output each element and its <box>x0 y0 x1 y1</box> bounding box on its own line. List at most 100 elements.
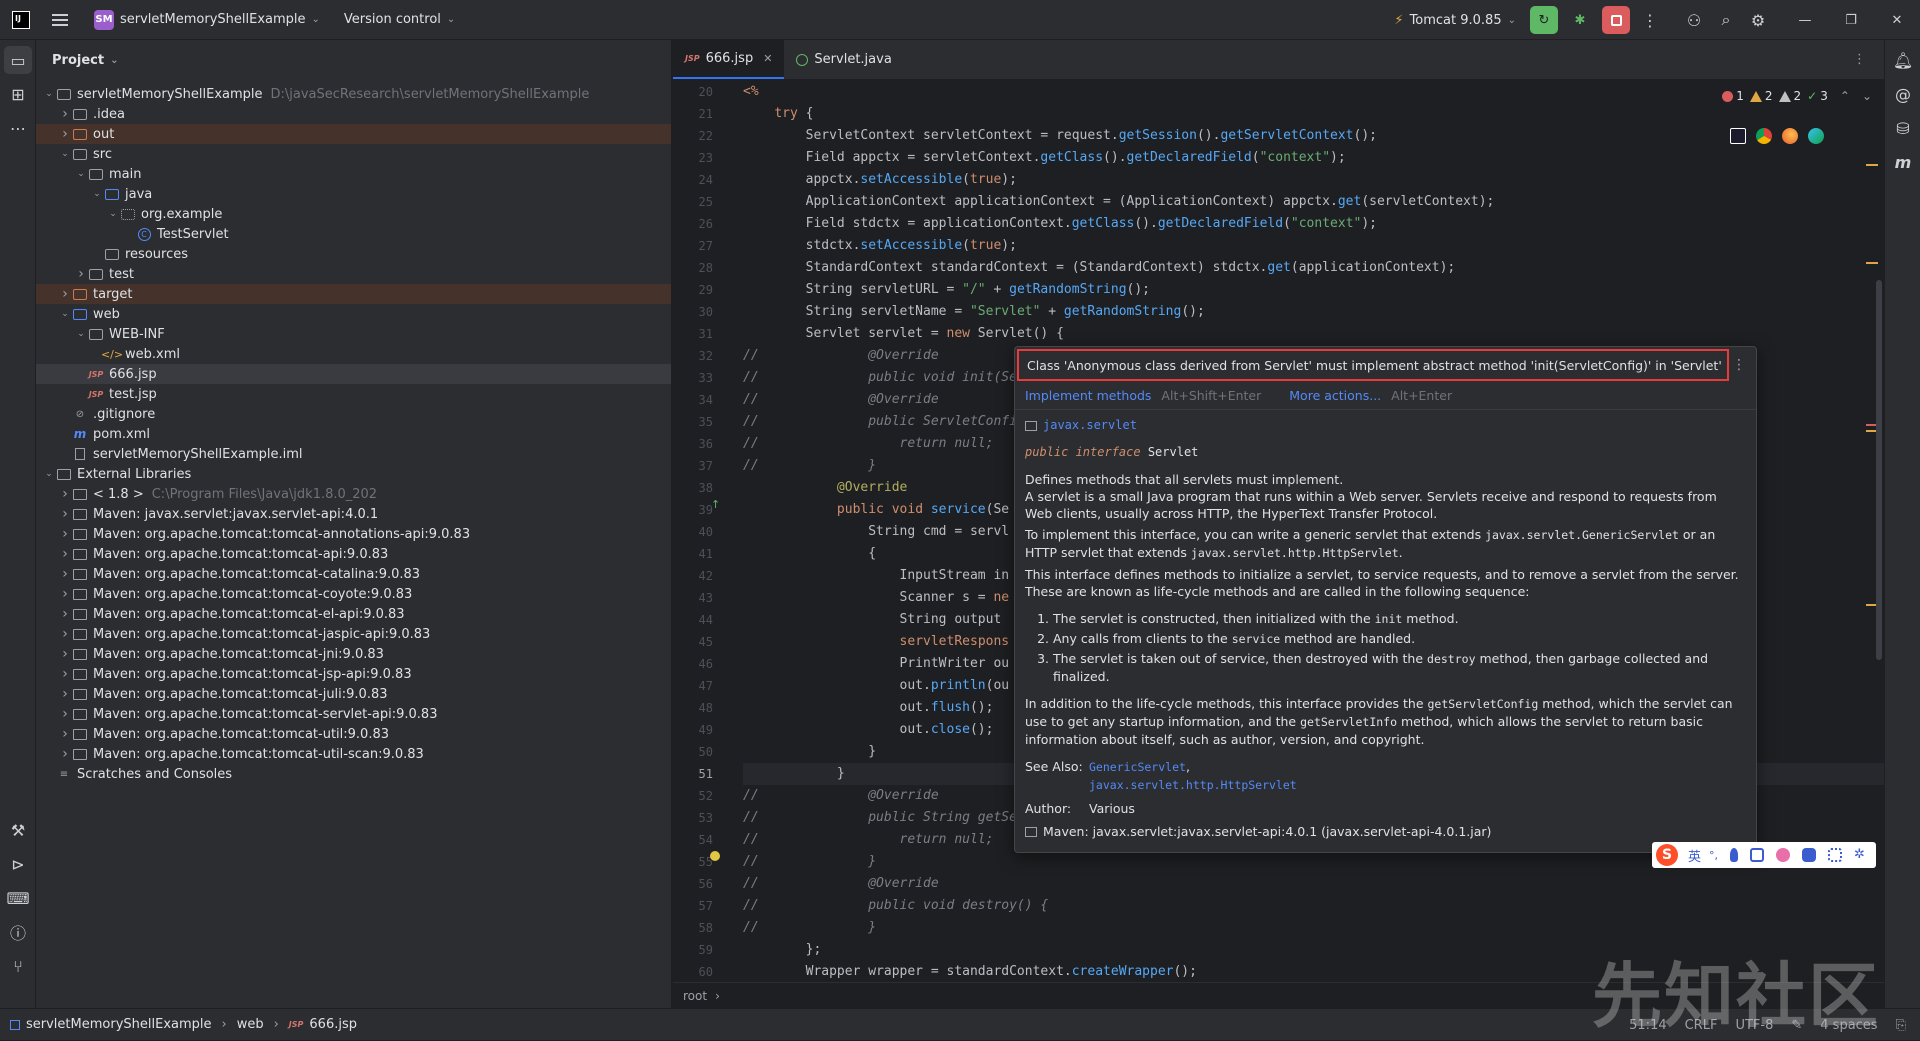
chevron-right-icon[interactable]: › <box>58 746 72 762</box>
tree-item[interactable]: </> web.xml <box>36 344 671 364</box>
add-user-icon[interactable]: ⚇ <box>1680 6 1708 34</box>
code-line[interactable]: // } <box>743 917 1884 939</box>
line-number[interactable]: 36 <box>673 433 743 455</box>
maven-icon[interactable]: m <box>1889 148 1917 176</box>
intellij-browser-icon[interactable] <box>1730 128 1746 144</box>
search-icon[interactable]: ⌕ <box>1712 6 1740 34</box>
tree-item[interactable]: ⊘ .gitignore <box>36 404 671 424</box>
tree-item[interactable]: ⌄ java <box>36 184 671 204</box>
restore-button[interactable]: ❐ <box>1828 0 1874 40</box>
tree-item[interactable]: ⌄ servletMemoryShellExample D:\javaSecRese… <box>36 84 671 104</box>
line-number[interactable]: 55 <box>673 851 743 873</box>
chevron-right-icon[interactable]: › <box>58 606 72 622</box>
line-number[interactable]: 23 <box>673 147 743 169</box>
line-number[interactable]: 34 <box>673 389 743 411</box>
tree-item[interactable]: › Maven: org.apache.tomcat:tomcat-juli:9.… <box>36 684 671 704</box>
chevron-down-icon[interactable]: ⌄ <box>74 169 88 179</box>
line-number[interactable]: 24 <box>673 169 743 191</box>
tree-item[interactable]: › Maven: javax.servlet:javax.servlet-api:… <box>36 504 671 524</box>
line-number[interactable]: 31 <box>673 323 743 345</box>
structure-icon[interactable]: ⊞ <box>4 80 32 108</box>
chevron-right-icon[interactable]: › <box>58 106 72 122</box>
line-number[interactable]: 59 <box>673 939 743 961</box>
lock-icon[interactable]: ⎘ <box>1896 1018 1906 1033</box>
code-line[interactable]: appctx.setAccessible(true); <box>743 169 1884 191</box>
line-number[interactable]: 33 <box>673 367 743 389</box>
code-line[interactable]: String servletURL = "/" + getRandomStrin… <box>743 279 1884 301</box>
vertical-scrollbar[interactable] <box>1876 280 1882 660</box>
tree-item[interactable]: › Maven: org.apache.tomcat:tomcat-jaspic-… <box>36 624 671 644</box>
code-line[interactable]: <% <box>743 81 1884 103</box>
tree-item[interactable]: › out <box>36 124 671 144</box>
tree-item[interactable]: ⌄ src <box>36 144 671 164</box>
terminal-icon[interactable]: ⌨ <box>4 884 32 912</box>
tree-item[interactable]: C TestServlet <box>36 224 671 244</box>
chevron-right-icon[interactable]: › <box>58 646 72 662</box>
services-icon[interactable]: ⊳ <box>4 850 32 878</box>
chevron-down-icon[interactable]: ⌄ <box>58 309 72 319</box>
run-config-selector[interactable]: ⚡ Tomcat 9.0.85 ⌄ <box>1394 13 1516 28</box>
line-number[interactable]: 22 <box>673 125 743 147</box>
microphone-icon[interactable] <box>1730 848 1739 862</box>
code-line[interactable]: ServletContext servletContext = request.… <box>743 125 1884 147</box>
problems-icon[interactable]: ⓘ <box>4 918 32 946</box>
debug-button[interactable]: ✱ <box>1566 6 1594 34</box>
line-number[interactable]: 37 <box>673 455 743 477</box>
lightbulb-icon[interactable] <box>710 851 720 861</box>
chevron-right-icon[interactable]: › <box>58 486 72 502</box>
chevron-right-icon[interactable]: › <box>58 626 72 642</box>
line-number[interactable]: 21 <box>673 103 743 125</box>
tree-item[interactable]: › Maven: org.apache.tomcat:tomcat-util-sc… <box>36 744 671 764</box>
line-number[interactable]: 40 <box>673 521 743 543</box>
ime-language-toggle[interactable]: 英 <box>1688 846 1701 865</box>
line-number[interactable]: 52 <box>673 785 743 807</box>
main-menu-icon[interactable] <box>52 13 68 26</box>
more-vertical-icon[interactable]: ⋮ <box>1732 357 1746 373</box>
line-number[interactable]: 46 <box>673 653 743 675</box>
status-crumb[interactable]: 666.jsp <box>309 1017 357 1032</box>
line-number[interactable]: 35 <box>673 411 743 433</box>
tree-item[interactable]: › test <box>36 264 671 284</box>
more-tools-icon[interactable]: ⋯ <box>4 114 32 142</box>
build-hammer-icon[interactable]: ⚒ <box>4 816 32 844</box>
line-number[interactable]: 53 <box>673 807 743 829</box>
line-number[interactable]: 38 <box>673 477 743 499</box>
line-number[interactable]: 28 <box>673 257 743 279</box>
tabs-more-icon[interactable]: ⋮ <box>1853 40 1884 79</box>
line-number[interactable]: 20 <box>673 81 743 103</box>
code-line[interactable]: stdctx.setAccessible(true); <box>743 235 1884 257</box>
tree-item[interactable]: › Maven: org.apache.tomcat:tomcat-servlet… <box>36 704 671 724</box>
tree-item[interactable]: ⌄ External Libraries <box>36 464 671 484</box>
rerun-button[interactable]: ↻ <box>1530 6 1558 34</box>
line-number[interactable]: 27 <box>673 235 743 257</box>
minimize-button[interactable]: — <box>1782 0 1828 40</box>
game-icon[interactable] <box>1802 848 1817 862</box>
tree-item[interactable]: › target <box>36 284 671 304</box>
tree-item[interactable]: ⌄ org.example <box>36 204 671 224</box>
chevron-right-icon[interactable]: › <box>74 266 88 282</box>
line-number[interactable]: 56 <box>673 873 743 895</box>
line-number[interactable]: 49 <box>673 719 743 741</box>
code-line[interactable]: Field stdctx = applicationContext.getCla… <box>743 213 1884 235</box>
line-number[interactable]: 25 <box>673 191 743 213</box>
firefox-icon[interactable] <box>1782 128 1798 144</box>
chevron-right-icon[interactable]: › <box>58 586 72 602</box>
see-also-link[interactable]: javax.servlet.http.HttpServlet <box>1089 778 1297 792</box>
tab-servlet-java[interactable]: Servlet.java <box>784 40 903 79</box>
skin-icon[interactable] <box>1776 848 1791 862</box>
ai-assistant-icon[interactable]: @ <box>1889 80 1917 108</box>
tree-item[interactable]: › Maven: org.apache.tomcat:tomcat-api:9.0… <box>36 544 671 564</box>
chevron-down-icon[interactable]: ⌄ <box>74 329 88 339</box>
code-line[interactable]: // @Override <box>743 873 1884 895</box>
chevron-down-icon[interactable]: ⌄ <box>42 89 56 99</box>
tree-item[interactable]: JSP test.jsp <box>36 384 671 404</box>
line-number[interactable]: 51 <box>673 763 743 785</box>
tree-item[interactable]: › Maven: org.apache.tomcat:tomcat-catalin… <box>36 564 671 584</box>
project-selector[interactable]: SM servletMemoryShellExample ⌄ <box>94 9 320 30</box>
chevron-down-icon[interactable]: ⌄ <box>42 469 56 479</box>
tree-item[interactable]: ⌄ web <box>36 304 671 324</box>
line-number[interactable]: 47 <box>673 675 743 697</box>
tree-item[interactable]: ⌄ WEB-INF <box>36 324 671 344</box>
chevron-down-icon[interactable]: ⌄ <box>90 189 104 199</box>
line-number[interactable]: 57 <box>673 895 743 917</box>
